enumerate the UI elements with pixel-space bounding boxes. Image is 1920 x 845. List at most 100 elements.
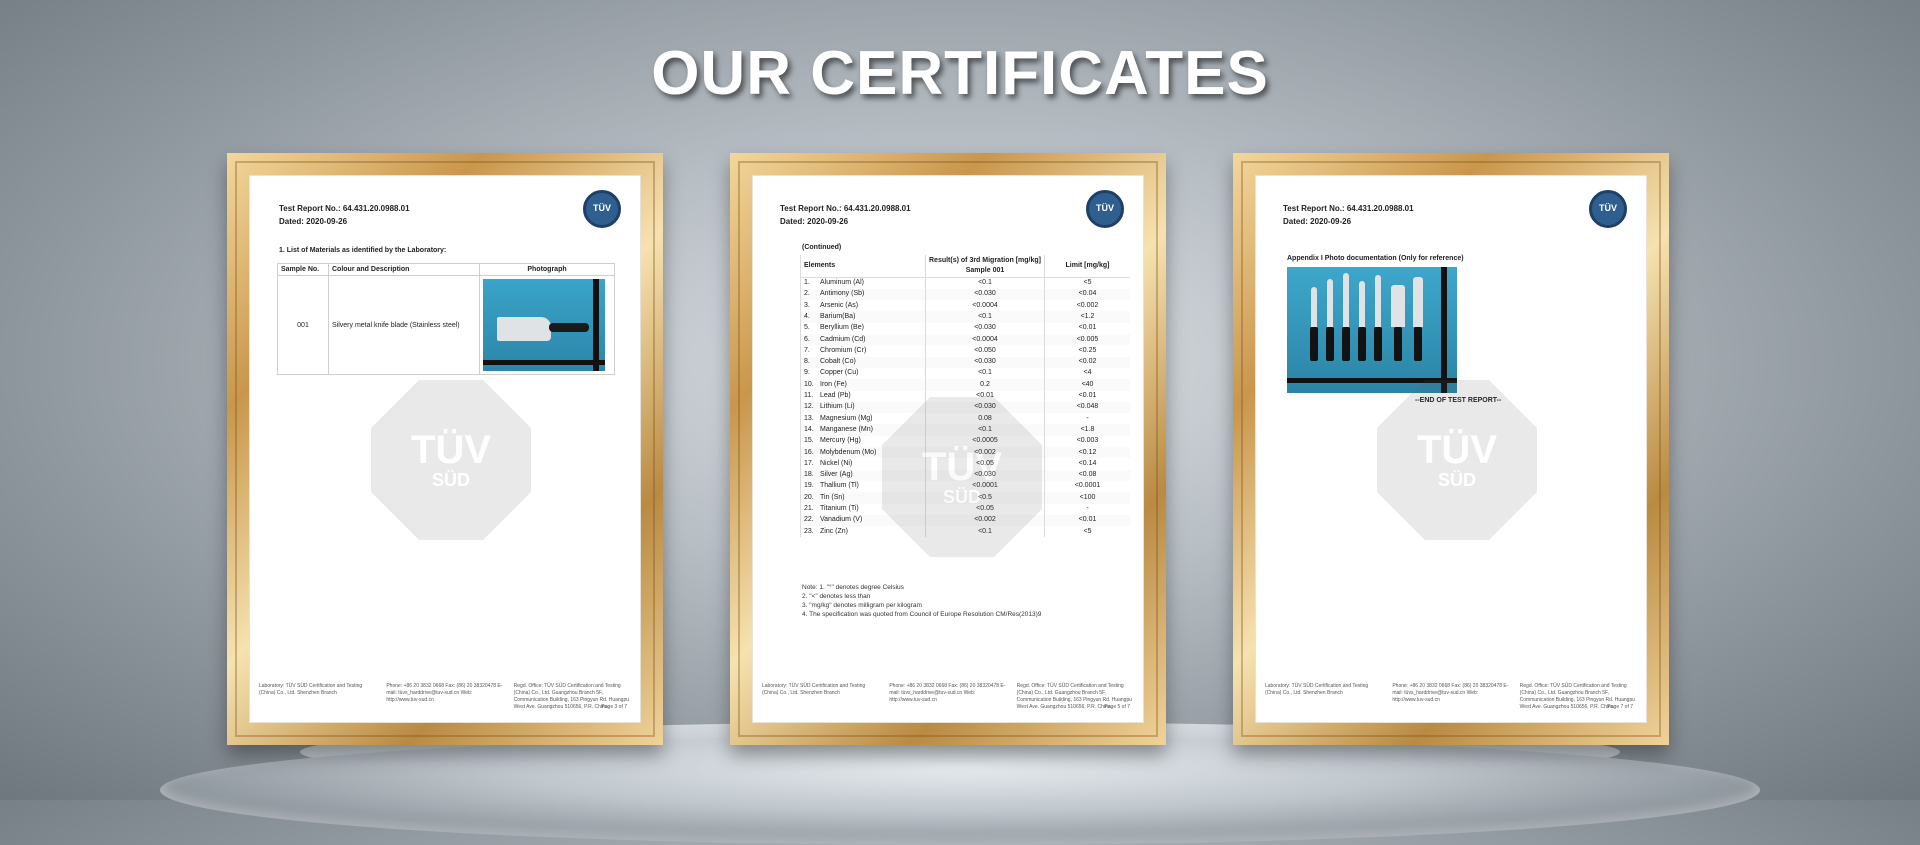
report-number: Test Report No.: 64.431.20.0988.01 [780,204,911,213]
row-number: 6. [804,335,810,343]
footer-lab: Laboratory: TÜV SÜD Certification and Te… [1265,683,1369,696]
report-header: Test Report No.: 64.431.20.0988.01 Dated… [780,202,911,228]
row-number: 18. [804,471,814,479]
result-value: <0.0004 [925,300,1045,312]
table-row: 3. Arsenic (As) <0.0004 <0.002 [800,300,1130,312]
row-number: 4. [804,312,810,320]
limit-value: <0.04 [1044,288,1130,301]
limit-value: <1.2 [1044,311,1130,323]
row-number: 10. [804,380,814,388]
limit-value: <40 [1044,379,1130,391]
limit-value: <0.25 [1044,345,1130,357]
knife-handle [549,323,589,332]
table-row: 10. Iron (Fe) 0.2 <40 [800,379,1130,391]
certificate-frame-3[interactable]: Test Report No.: 64.431.20.0988.01 Dated… [1233,153,1669,745]
element-name: 5. Beryllium (Be) [800,322,926,335]
knife-handle [1326,327,1334,361]
report-number: Test Report No.: 64.431.20.0988.01 [1283,204,1414,213]
notes: Note: 1. "°" denotes degree Celsius 2. "… [802,583,1041,619]
row-number: 11. [804,392,814,400]
page-number: Page 3 of 7 [601,704,627,710]
limit-value: <1.8 [1044,424,1130,436]
row-number: 15. [804,437,814,445]
row-number: 9. [804,369,810,377]
report-header: Test Report No.: 64.431.20.0988.01 Dated… [1283,202,1414,228]
sample-description: Silvery metal knife blade (Stainless ste… [328,275,480,375]
limit-value: <100 [1044,492,1130,504]
limit-value: <0.14 [1044,458,1130,470]
row-number: 2. [804,290,810,298]
report-date: Dated: 2020-09-26 [279,217,348,226]
certificate-frame-1[interactable]: Test Report No.: 64.431.20.0988.01 Dated… [227,153,663,745]
result-value: <0.0004 [925,334,1045,346]
limit-value: - [1044,503,1130,515]
report-date: Dated: 2020-09-26 [780,217,849,226]
table-row: 4. Barium(Ba) <0.1 <1.2 [800,311,1130,323]
limit-value: <0.005 [1044,334,1130,346]
knives-photo [1287,267,1457,393]
knife-blade [1359,281,1365,327]
footer-lab: Laboratory: TÜV SÜD Certification and Te… [259,683,363,696]
limit-value: <0.01 [1044,514,1130,527]
limit-value: <5 [1044,526,1130,538]
knife-blade [1391,285,1405,327]
table-row: 1. Aluminum (Al) <0.1 <5 [800,277,1130,289]
page-number: Page 7 of 7 [1607,704,1633,710]
knife-blade [1343,273,1349,327]
col-sample-no: Sample No. [277,263,329,276]
tuv-logo: TÜV [583,190,621,228]
row-number: 12. [804,403,814,411]
knife-blade [1375,275,1381,327]
limit-value: <0.048 [1044,401,1130,414]
page-number: Page 5 of 7 [1104,704,1130,710]
tuv-watermark: TÜV SÜD [371,380,531,540]
report-number: Test Report No.: 64.431.20.0988.01 [279,204,410,213]
row-number: 13. [804,414,814,422]
element-name: 4. Barium(Ba) [800,311,926,323]
limit-value: - [1044,413,1130,425]
table-row: 9. Copper (Cu) <0.1 <4 [800,367,1130,380]
knife-handle [1342,327,1350,361]
knife-blade [1413,277,1423,327]
row-number: 19. [804,482,814,490]
materials-table: Sample No. Colour and Description Photog… [277,263,615,375]
element-name: 6. Cadmium (Cd) [800,334,926,346]
col-photograph: Photograph [479,263,615,276]
sample-number: 001 [277,275,329,375]
report-header: Test Report No.: 64.431.20.0988.01 Dated… [279,202,410,228]
result-value: <0.030 [925,356,1045,368]
limit-value: <0.12 [1044,447,1130,459]
limit-value: <0.02 [1044,356,1130,368]
certificate-page-3: Test Report No.: 64.431.20.0988.01 Dated… [1255,175,1647,723]
col-result: Result(s) of 3rd Migration [mg/kg] Sampl… [925,255,1045,278]
knife-photo [483,279,605,371]
row-number: 21. [804,505,814,513]
knife-handle [1414,327,1422,361]
knife-blade [1311,287,1317,327]
result-value: <0.1 [925,277,1045,289]
knife-handle [1358,327,1366,361]
report-footer: Laboratory: TÜV SÜD Certification and Te… [259,683,631,711]
ruler [483,360,605,365]
row-number: 23. [804,527,814,535]
limit-value: <0.01 [1044,322,1130,335]
result-value: <0.030 [925,322,1045,335]
appendix-heading: Appendix I Photo documentation (Only for… [1287,255,1464,262]
note-line: Note: 1. "°" denotes degree Celsius [802,584,904,591]
row-number: 14. [804,425,814,433]
element-name: 3. Arsenic (As) [800,300,926,312]
row-number: 1. [804,279,810,287]
result-value: <0.030 [925,288,1045,301]
row-number: 16. [804,448,814,456]
tuv-watermark: TÜV SÜD [882,397,1042,557]
row-number: 22. [804,516,814,524]
table-row: 2. Antimony (Sb) <0.030 <0.04 [800,288,1130,301]
certificate-frame-2[interactable]: Test Report No.: 64.431.20.0988.01 Dated… [730,153,1166,745]
knife-blade [497,317,551,341]
page-title: OUR CERTIFICATES [651,39,1269,108]
element-name: 2. Antimony (Sb) [800,288,926,301]
continued-label: (Continued) [802,244,842,251]
element-name: 10. Iron (Fe) [800,379,926,391]
element-name: 9. Copper (Cu) [800,367,926,380]
footer-lab: Laboratory: TÜV SÜD Certification and Te… [762,683,866,696]
